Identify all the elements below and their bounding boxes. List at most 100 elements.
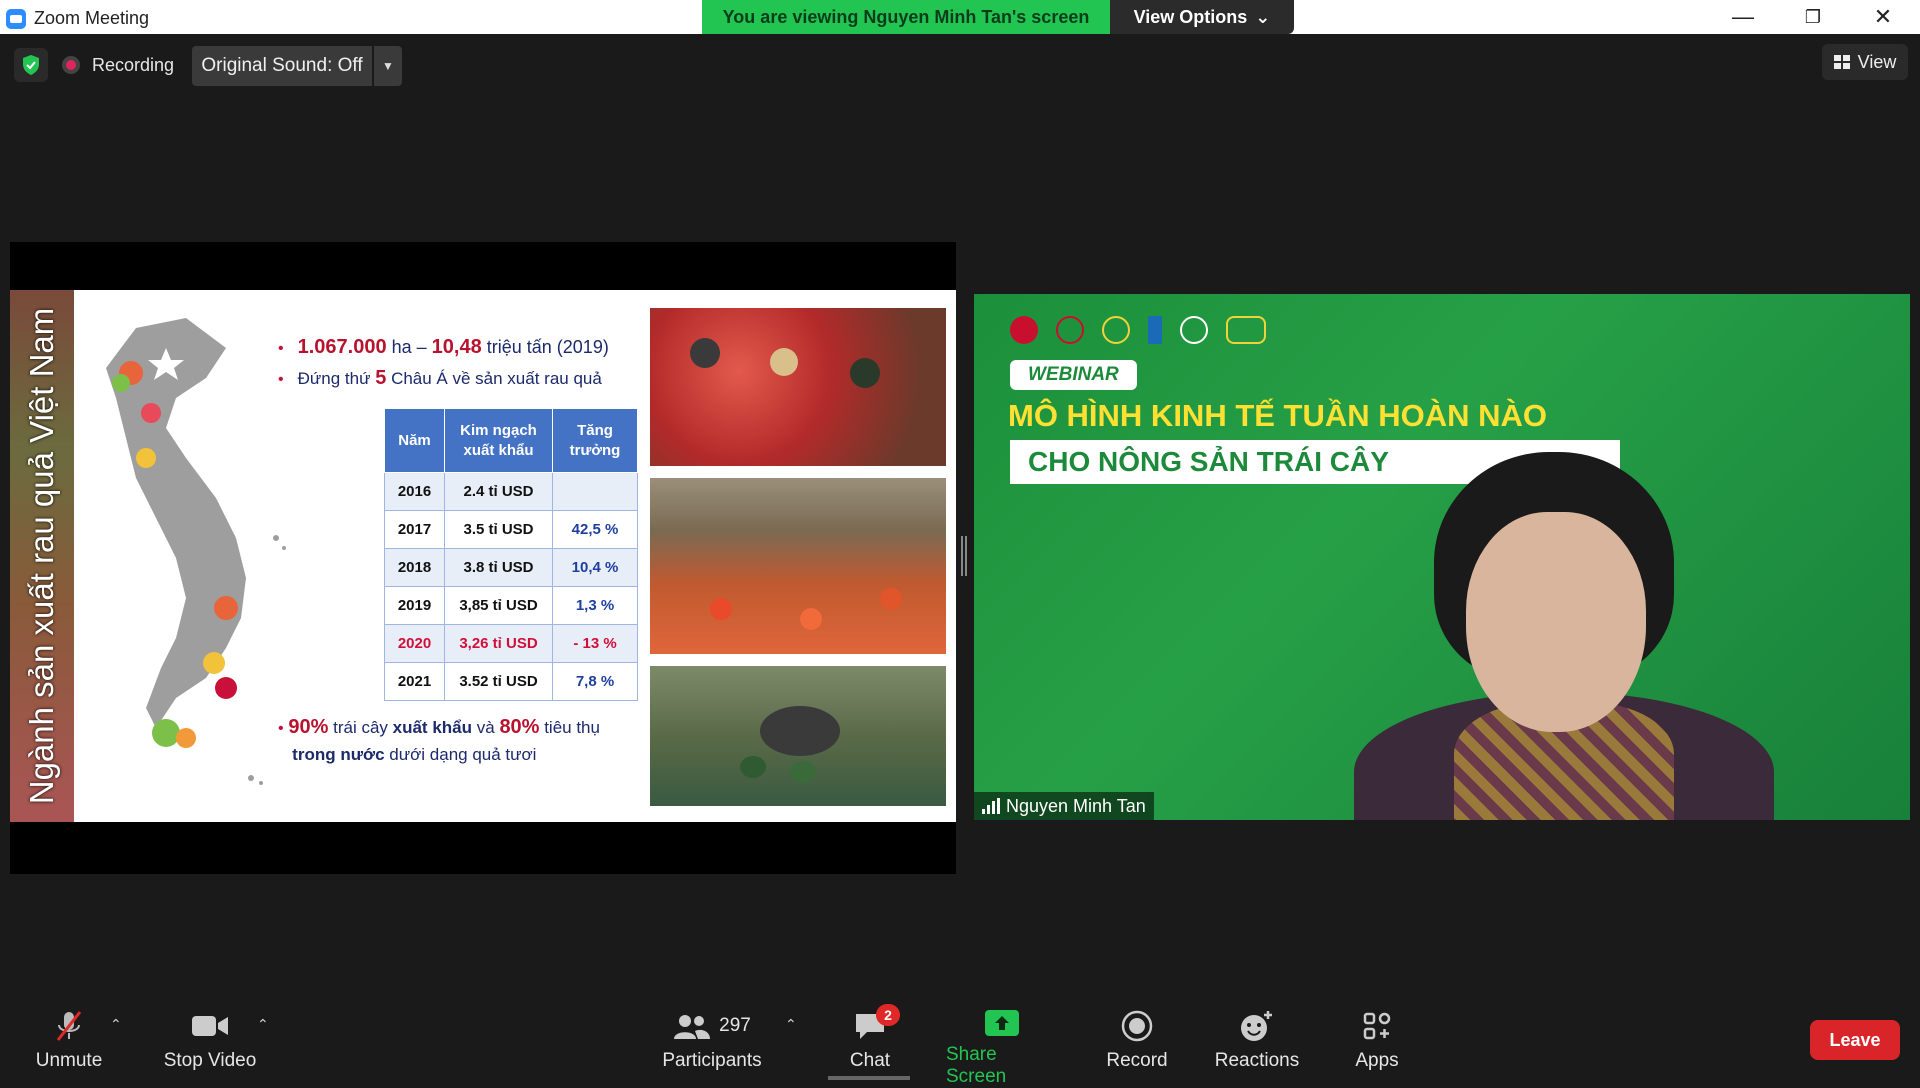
participants-count: 297 xyxy=(719,1015,751,1036)
partner-logo-icon xyxy=(1056,316,1084,344)
close-button[interactable]: ✕ xyxy=(1848,0,1918,34)
cell-growth: - 13 % xyxy=(552,624,638,663)
video-camera-icon xyxy=(191,1008,229,1044)
stop-video-label: Stop Video xyxy=(163,1050,257,1071)
speaker-video xyxy=(1354,452,1774,820)
tons-value: 10,48 xyxy=(431,336,482,358)
area-value: 1.067.000 xyxy=(297,336,387,358)
shield-icon xyxy=(23,55,39,75)
video-options-caret[interactable]: ⌃ xyxy=(257,1016,269,1033)
record-icon xyxy=(1121,1008,1153,1044)
original-sound-button[interactable]: Original Sound: Off xyxy=(192,46,372,86)
app-title: Zoom Meeting xyxy=(6,8,149,29)
circular-economy-logo-icon xyxy=(1180,316,1208,344)
minimize-button[interactable]: — xyxy=(1708,0,1778,34)
table-row: 2019 3,85 tỉ USD 1,3 % xyxy=(384,586,638,625)
apps-button[interactable]: Apps xyxy=(1352,1008,1402,1080)
cell-year: 2016 xyxy=(384,472,445,511)
bullet-production: • 1.067.000 ha – 10,48 triệu tấn (2019) xyxy=(278,336,648,359)
rank-value: 5 xyxy=(375,367,387,389)
minimize-icon: — xyxy=(1732,4,1754,29)
participants-options-caret[interactable]: ⌃ xyxy=(785,1016,797,1033)
audio-options-caret[interactable]: ⌃ xyxy=(110,1016,122,1033)
unmute-button[interactable]: Unmute xyxy=(30,1008,108,1080)
table-row: 2017 3.5 tỉ USD 42,5 % xyxy=(384,510,638,549)
consume-pct: 80% xyxy=(499,716,540,738)
slide-vertical-title: Ngành sản xuất rau quả Việt Nam xyxy=(23,307,60,805)
split-view-divider[interactable] xyxy=(961,536,967,576)
view-options-button[interactable]: View Options ⌄ xyxy=(1110,0,1294,34)
restore-button[interactable]: ❐ xyxy=(1778,0,1848,34)
vietnam-map-image xyxy=(106,318,286,785)
cell-growth: 7,8 % xyxy=(552,662,638,701)
caret-up-icon: ⌃ xyxy=(785,1016,797,1032)
viewing-banner: You are viewing Nguyen Minh Tan's screen xyxy=(702,0,1110,34)
webinar-headline: MÔ HÌNH KINH TẾ TUẦN HOÀN NÀO xyxy=(1008,398,1548,433)
signal-strength-icon xyxy=(982,798,1000,814)
table-row: 2016 2.4 tỉ USD xyxy=(384,472,638,511)
cell-year: 2020 xyxy=(384,624,445,663)
cell-year: 2018 xyxy=(384,548,445,587)
original-sound-dropdown[interactable]: ▼ xyxy=(374,46,402,86)
caret-down-icon: ▼ xyxy=(382,59,394,73)
bullet-dot-icon: • xyxy=(278,371,284,388)
cell-export: 3.5 tỉ USD xyxy=(444,510,553,549)
apps-icon xyxy=(1362,1008,1392,1044)
participant-name-tag: Nguyen Minh Tan xyxy=(974,792,1154,820)
leaf-logo-icon xyxy=(1102,316,1130,344)
record-label: Record xyxy=(1106,1050,1168,1071)
reactions-button[interactable]: Reactions xyxy=(1214,1008,1300,1080)
cell-year: 2019 xyxy=(384,586,445,625)
record-button[interactable]: Record xyxy=(1100,1008,1174,1080)
cell-export: 3.52 tỉ USD xyxy=(444,662,553,701)
view-button[interactable]: View xyxy=(1822,44,1908,80)
security-shield-button[interactable] xyxy=(14,48,48,82)
table-row: 2018 3.8 tỉ USD 10,4 % xyxy=(384,548,638,587)
header-growth: Tăng trưởng xyxy=(552,408,638,473)
caret-up-icon: ⌃ xyxy=(257,1016,269,1032)
stop-video-button[interactable]: Stop Video xyxy=(160,1008,260,1080)
cell-growth: 1,3 % xyxy=(552,586,638,625)
zoom-logo-icon xyxy=(6,8,26,29)
reactions-label: Reactions xyxy=(1214,1050,1300,1071)
slide-bullets: • 1.067.000 ha – 10,48 triệu tấn (2019) … xyxy=(278,336,648,390)
slide-side-banner: Ngành sản xuất rau quả Việt Nam xyxy=(10,290,74,822)
participants-button[interactable]: 297 Participants xyxy=(660,1008,764,1080)
microphone-muted-icon xyxy=(53,1008,85,1044)
export-pct: 90% xyxy=(288,716,329,738)
ccs-logo-icon xyxy=(1226,316,1266,344)
table-row: 2020 3,26 tỉ USD - 13 % xyxy=(384,624,638,663)
recording-indicator[interactable]: Recording xyxy=(62,48,174,82)
leave-button[interactable]: Leave xyxy=(1810,1020,1900,1060)
window-title: Zoom Meeting xyxy=(34,8,150,28)
chevron-down-icon: ⌄ xyxy=(1255,6,1271,27)
view-options-label: View Options xyxy=(1133,6,1248,27)
cell-year: 2017 xyxy=(384,510,445,549)
table-header-row: Năm Kim ngạch xuất khẩu Tăng trưởng xyxy=(384,408,638,473)
note-domestic: trong nước xyxy=(292,745,385,764)
apps-label: Apps xyxy=(1355,1050,1399,1071)
participants-icon xyxy=(674,1015,711,1039)
cell-export: 3.8 tỉ USD xyxy=(444,548,553,587)
sponsor-logos xyxy=(1010,316,1266,344)
webinar-label: WEBINAR xyxy=(1010,360,1137,390)
share-screen-button[interactable]: Share Screen xyxy=(946,1008,1058,1087)
participants-label: Participants xyxy=(662,1050,762,1071)
cell-export: 3,26 tỉ USD xyxy=(444,624,553,663)
note-text: trái cây xyxy=(333,718,388,737)
share-screen-icon xyxy=(984,1008,1020,1038)
recording-label: Recording xyxy=(92,54,175,75)
rank-suffix: Châu Á về sản xuất rau quả xyxy=(391,369,602,388)
buffalo-watermelon-photo xyxy=(650,666,946,806)
chat-unread-badge: 2 xyxy=(876,1004,900,1026)
title-bar: Zoom Meeting You are viewing Nguyen Minh… xyxy=(0,0,1920,34)
header-export: Kim ngạch xuất khẩu xyxy=(444,408,553,473)
bullet-dot-icon: • xyxy=(278,720,284,737)
note-and: và xyxy=(476,718,495,737)
grid-view-icon xyxy=(1833,55,1850,69)
chat-active-indicator xyxy=(828,1076,910,1080)
bullet-dot-icon: • xyxy=(278,340,284,357)
table-row: 2021 3.52 tỉ USD 7,8 % xyxy=(384,662,638,701)
cell-export: 3,85 tỉ USD xyxy=(444,586,553,625)
lychee-market-photo xyxy=(650,308,946,466)
